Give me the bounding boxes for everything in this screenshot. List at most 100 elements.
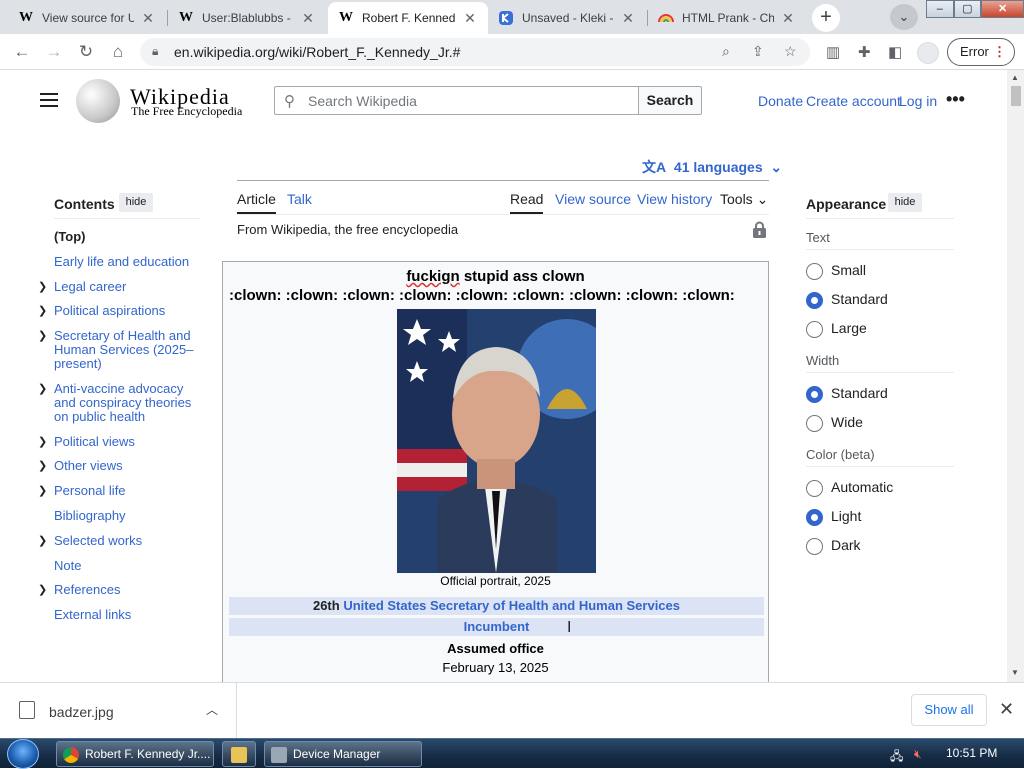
profile-avatar[interactable] — [917, 42, 939, 64]
toc-item[interactable]: Selected works — [54, 534, 199, 548]
chevron-right-icon[interactable]: ❯ — [38, 459, 47, 472]
chevron-right-icon[interactable]: ❯ — [38, 329, 47, 342]
toc-item[interactable]: Political aspirations — [54, 304, 199, 318]
side-panel-icon[interactable]: ◧ — [888, 43, 902, 61]
toc-item[interactable]: Legal career — [54, 280, 199, 294]
search-button[interactable]: Search — [638, 86, 702, 115]
main-menu-icon[interactable] — [40, 93, 58, 107]
browser-tab-user-blablubbs[interactable]: W User:Blablubbs - W ✕ — [168, 2, 326, 34]
tab-search-chevron-icon[interactable]: ⌄ — [890, 4, 918, 30]
vertical-scrollbar[interactable]: ▲ ▼ — [1007, 70, 1024, 682]
misspelled-word[interactable]: fuckign — [406, 268, 459, 285]
width-option-label[interactable]: Wide — [831, 414, 863, 430]
share-icon[interactable]: ⇪ — [752, 43, 764, 60]
show-all-button[interactable]: Show all — [911, 694, 987, 726]
taskbar-explorer-button[interactable] — [222, 741, 256, 767]
search-input[interactable]: ⚲ Search Wikipedia — [274, 86, 640, 115]
maximize-button[interactable]: ▢ — [953, 0, 982, 18]
languages-button[interactable]: 文A 41 languages ⌄ — [642, 157, 782, 177]
scrollbar-thumb[interactable] — [1011, 86, 1021, 106]
chevron-up-icon[interactable]: ︿ — [206, 701, 218, 718]
create-account-link[interactable]: Create account — [806, 93, 901, 109]
chevron-right-icon[interactable]: ❯ — [38, 484, 47, 497]
scroll-up-icon[interactable]: ▲ — [1011, 73, 1019, 82]
tools-dropdown[interactable]: Tools ⌄ — [720, 191, 768, 208]
more-options-icon[interactable]: ••• — [946, 89, 965, 110]
toc-item[interactable]: Personal life — [54, 484, 199, 498]
chevron-right-icon[interactable]: ❯ — [38, 534, 47, 547]
url-text[interactable]: en.wikipedia.org/wiki/Robert_F._Kennedy_… — [174, 44, 460, 60]
tab-talk[interactable]: Talk — [287, 191, 312, 207]
toc-item[interactable]: Political views — [54, 435, 199, 449]
width-radio-wide[interactable] — [806, 415, 823, 432]
chevron-right-icon[interactable]: ❯ — [38, 280, 47, 293]
close-tab-icon[interactable]: ✕ — [462, 10, 478, 27]
office-link[interactable]: United States Secretary of Health and Hu… — [343, 598, 680, 613]
color-option-label[interactable]: Automatic — [831, 479, 893, 495]
toc-item[interactable]: Bibliography — [54, 509, 199, 523]
system-clock[interactable]: 10:51 PM — [946, 746, 997, 760]
toc-item[interactable]: Note — [54, 559, 199, 573]
toc-item[interactable]: External links — [54, 608, 199, 622]
browser-tab-html-prank[interactable]: HTML Prank - Chr ✕ — [648, 2, 806, 34]
chevron-right-icon[interactable]: ❯ — [38, 382, 47, 395]
donate-link[interactable]: Donate — [758, 93, 803, 109]
toc-item[interactable]: Anti-vaccine advocacy and conspiracy the… — [54, 382, 199, 424]
chevron-right-icon[interactable]: ❯ — [38, 583, 47, 596]
download-filename[interactable]: badzer.jpg — [49, 704, 114, 720]
chevron-right-icon[interactable]: ❯ — [38, 304, 47, 317]
tab-read[interactable]: Read — [510, 191, 544, 214]
zoom-icon[interactable]: ⌕ — [722, 43, 730, 60]
toc-item[interactable]: Secretary of Health and Human Services (… — [54, 329, 199, 371]
color-option-label[interactable]: Dark — [831, 537, 861, 553]
close-tab-icon[interactable]: ✕ — [140, 10, 156, 27]
close-tab-icon[interactable]: ✕ — [300, 10, 316, 27]
lock-icon[interactable]: 🔒︎ — [152, 44, 158, 59]
tab-article[interactable]: Article — [237, 191, 276, 214]
toc-hide-button[interactable]: hide — [119, 193, 153, 212]
forward-arrow-icon[interactable]: → — [42, 40, 66, 64]
toc-item[interactable]: (Top) — [54, 230, 199, 244]
start-button[interactable] — [7, 739, 39, 769]
browser-tab-kleki[interactable]: Unsaved - Kleki - I ✕ — [488, 2, 646, 34]
log-in-link[interactable]: Log in — [899, 93, 937, 109]
text-option-label[interactable]: Small — [831, 262, 866, 278]
volume-muted-icon[interactable]: 🔇︎ — [914, 747, 922, 762]
error-button[interactable]: Error ⋮ — [947, 38, 1015, 66]
text-radio-small[interactable] — [806, 263, 823, 280]
browser-tab-view-source[interactable]: W View source for U ✕ — [8, 2, 166, 34]
color-radio-light[interactable] — [806, 509, 823, 526]
width-radio-standard[interactable] — [806, 386, 823, 403]
extension-icon[interactable]: ▥ — [826, 43, 840, 61]
text-radio-large[interactable] — [806, 321, 823, 338]
toc-item[interactable]: Other views — [54, 459, 199, 473]
wikipedia-globe-logo[interactable] — [76, 79, 120, 123]
scroll-down-icon[interactable]: ▼ — [1011, 668, 1019, 677]
taskbar-device-manager-button[interactable]: Device Manager — [264, 741, 422, 767]
tab-view-source[interactable]: View source — [555, 191, 631, 207]
text-option-label[interactable]: Standard — [831, 291, 888, 307]
home-icon[interactable]: ⌂ — [106, 40, 130, 64]
extensions-puzzle-icon[interactable]: ✚ — [858, 43, 871, 61]
address-bar[interactable]: 🔒︎ en.wikipedia.org/wiki/Robert_F._Kenne… — [140, 38, 810, 66]
reload-icon[interactable]: ↻ — [74, 40, 98, 64]
protected-lock-icon[interactable] — [752, 221, 767, 239]
new-tab-button[interactable]: + — [812, 4, 840, 32]
text-radio-standard[interactable] — [806, 292, 823, 309]
minimize-button[interactable]: – — [926, 0, 954, 18]
color-radio-automatic[interactable] — [806, 480, 823, 497]
toc-item[interactable]: References — [54, 583, 199, 597]
appearance-hide-button[interactable]: hide — [888, 193, 922, 212]
text-option-label[interactable]: Large — [831, 320, 867, 336]
chevron-right-icon[interactable]: ❯ — [38, 435, 47, 448]
incumbent-link[interactable]: Incumbent — [464, 619, 530, 634]
color-option-label[interactable]: Light — [831, 508, 861, 524]
color-radio-dark[interactable] — [806, 538, 823, 555]
official-portrait-image[interactable] — [397, 309, 596, 573]
close-tab-icon[interactable]: ✕ — [780, 10, 796, 27]
taskbar-chrome-button[interactable]: Robert F. Kennedy Jr.... — [56, 741, 214, 767]
browser-tab-rfk-active[interactable]: W Robert F. Kenned ✕ — [328, 2, 488, 34]
network-icon[interactable]: 🖧︎ — [890, 747, 903, 768]
close-icon[interactable]: ✕ — [999, 699, 1014, 720]
width-option-label[interactable]: Standard — [831, 385, 888, 401]
